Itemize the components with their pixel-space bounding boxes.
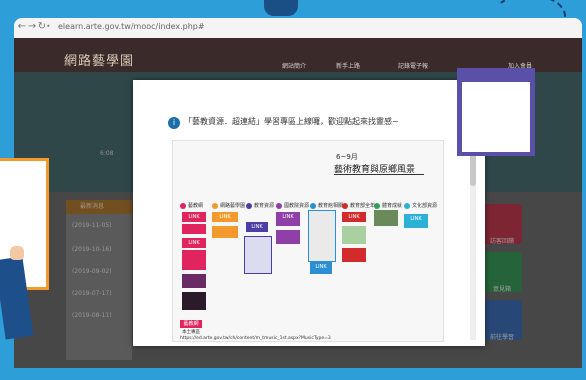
address-bar: ← → ↻ • elearn.arte.gov.tw/mooc/index.ph… (14, 18, 582, 39)
link-button[interactable]: LINK (246, 222, 268, 232)
link-button[interactable]: LINK (182, 238, 206, 248)
link-button[interactable]: LINK (212, 212, 238, 222)
modal-message: 「藝教資源．超連結」學習專區上線囉，歡迎點起來找靈感~ (184, 117, 399, 126)
highlight-box-inner (462, 82, 530, 152)
link-thumbnail[interactable] (182, 292, 206, 310)
illustration-hand (10, 246, 24, 260)
nav-newsletter[interactable]: 記錄電子報 (398, 61, 428, 70)
nav-about[interactable]: 網站簡介 (282, 61, 306, 70)
poster-date: 6~9月 (336, 153, 358, 161)
category-label: 教育部全年 (342, 202, 375, 209)
link-button[interactable]: LINK (276, 212, 300, 226)
link-thumbnail[interactable] (212, 226, 238, 238)
category-label: 藝教網 (180, 202, 203, 209)
footer-url[interactable]: https://ed.arte.gov.tw/ch/content/m_tmus… (180, 336, 331, 341)
category-label: 文化部資源 (404, 202, 437, 209)
category-label: 教育館相關 (310, 202, 343, 209)
link-thumbnail[interactable] (276, 230, 300, 244)
link-thumbnail[interactable] (374, 210, 398, 226)
info-icon: i (168, 117, 180, 129)
link-button[interactable]: LINK (342, 212, 366, 222)
category-label: 教育資源 (246, 202, 274, 209)
link-thumbnail[interactable] (182, 274, 206, 288)
footer-subtitle: 本土專區 (182, 330, 200, 335)
lock-icon: • (46, 22, 51, 31)
nav-getting-started[interactable]: 新手上路 (336, 61, 360, 70)
link-button[interactable]: LINK (182, 212, 206, 222)
category-label: 國教院資源 (276, 202, 309, 209)
site-logo[interactable]: 網路藝學園 (64, 50, 134, 69)
link-thumbnail[interactable] (342, 226, 366, 244)
link-button[interactable]: LINK (404, 214, 428, 228)
category-label: 網路藝學園 (212, 202, 245, 209)
link-button[interactable]: LINK (310, 262, 332, 274)
link-thumbnail[interactable] (308, 210, 336, 262)
footer-tag[interactable]: 藝教網 (180, 320, 202, 328)
link-thumbnail[interactable] (244, 236, 272, 274)
decorative-tab (264, 0, 298, 16)
url-text[interactable]: elearn.arte.gov.tw/mooc/index.php# (58, 22, 205, 31)
link-thumbnail[interactable] (342, 248, 366, 262)
poster-divider (334, 174, 424, 175)
link-thumbnail[interactable] (182, 224, 206, 234)
link-thumbnail[interactable] (182, 250, 206, 270)
category-label: 體育成就 (374, 202, 402, 209)
